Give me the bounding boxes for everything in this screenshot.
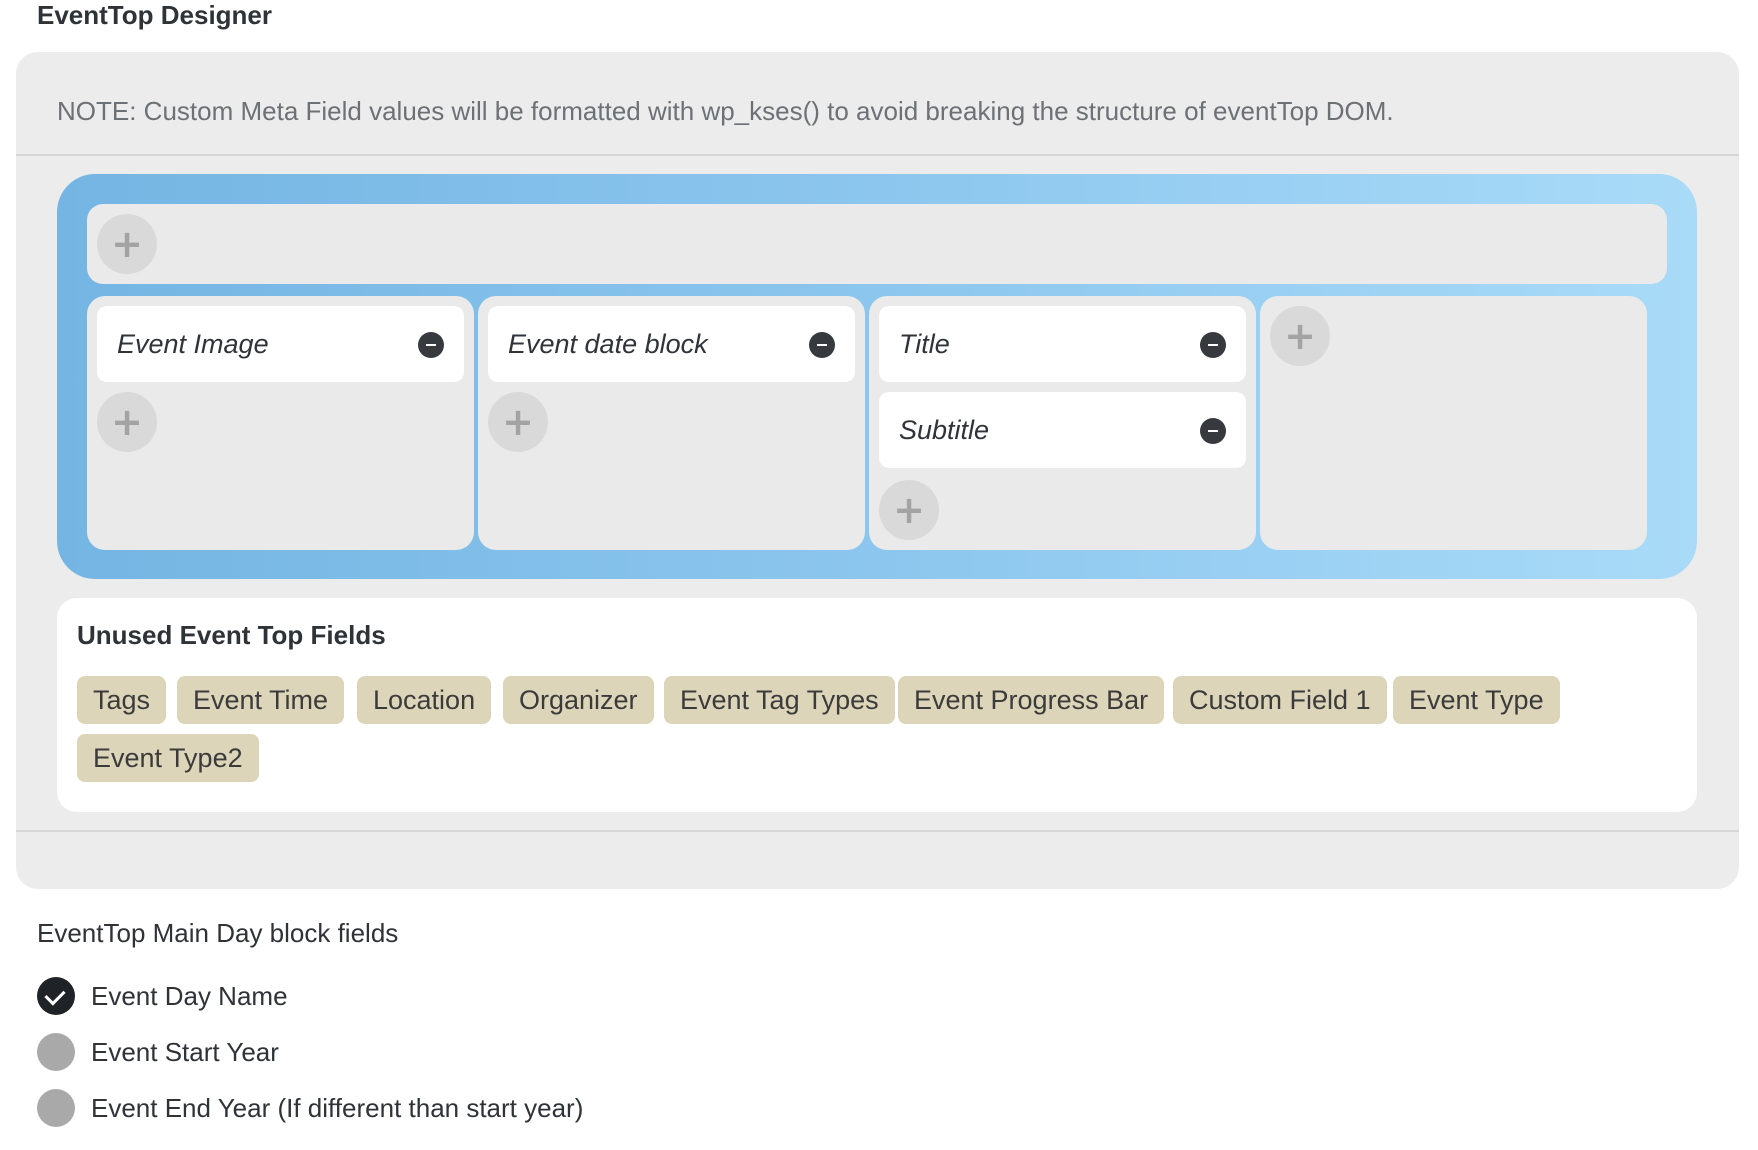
remove-icon[interactable]	[809, 332, 835, 358]
unused-tag[interactable]: Custom Field 1	[1173, 676, 1387, 724]
remove-icon[interactable]	[1200, 418, 1226, 444]
add-field-button[interactable]: +	[97, 214, 157, 274]
field-label: Event Image	[117, 329, 269, 359]
divider	[16, 830, 1739, 832]
eventtop-layout-box: + Event Image + Event date block + Title…	[57, 174, 1697, 579]
checked-toggle-icon[interactable]	[37, 977, 75, 1015]
field-label: Subtitle	[899, 415, 990, 445]
layout-column-3: Title Subtitle +	[869, 296, 1256, 550]
main-day-title: EventTop Main Day block fields	[37, 918, 399, 948]
layout-column-2: Event date block +	[478, 296, 865, 550]
unused-tag[interactable]: Event Type2	[77, 734, 259, 782]
unused-tag[interactable]: Location	[357, 676, 492, 724]
unused-fields-box: Unused Event Top Fields Tags Event Time …	[57, 598, 1697, 812]
top-row-slot: +	[87, 204, 1667, 284]
layout-column-4: +	[1260, 296, 1647, 550]
remove-icon[interactable]	[1200, 332, 1226, 358]
field-card-event-image[interactable]: Event Image	[97, 306, 464, 382]
unused-tag[interactable]: Event Type	[1393, 676, 1560, 724]
unchecked-toggle-icon[interactable]	[37, 1089, 75, 1127]
option-label: Event Start Year	[91, 1037, 279, 1067]
add-field-button[interactable]: +	[97, 392, 157, 452]
add-field-button[interactable]: +	[879, 480, 939, 540]
unused-tag[interactable]: Organizer	[503, 676, 654, 724]
designer-panel: NOTE: Custom Meta Field values will be f…	[16, 52, 1739, 889]
unused-tag[interactable]: Event Tag Types	[664, 676, 895, 724]
divider	[16, 154, 1739, 156]
unused-tag[interactable]: Event Progress Bar	[898, 676, 1165, 724]
unused-tag[interactable]: Tags	[77, 676, 167, 724]
field-card-subtitle[interactable]: Subtitle	[879, 392, 1246, 468]
field-card-event-date-block[interactable]: Event date block	[488, 306, 855, 382]
note-text: NOTE: Custom Meta Field values will be f…	[57, 96, 1394, 126]
option-label: Event Day Name	[91, 981, 288, 1011]
option-label: Event End Year (If different than start …	[91, 1093, 584, 1123]
field-label: Event date block	[508, 329, 708, 359]
page-title: EventTop Designer	[37, 0, 273, 30]
add-field-button[interactable]: +	[1270, 306, 1330, 366]
plus-icon: +	[893, 488, 925, 532]
unused-fields-title: Unused Event Top Fields	[77, 620, 386, 650]
field-card-title[interactable]: Title	[879, 306, 1246, 382]
field-label: Title	[899, 329, 950, 359]
remove-icon[interactable]	[418, 332, 444, 358]
unchecked-toggle-icon[interactable]	[37, 1033, 75, 1071]
unused-tag[interactable]: Event Time	[177, 676, 345, 724]
plus-icon: +	[111, 222, 143, 266]
add-field-button[interactable]: +	[488, 392, 548, 452]
plus-icon: +	[502, 400, 534, 444]
plus-icon: +	[1284, 314, 1316, 358]
layout-column-1: Event Image +	[87, 296, 474, 550]
plus-icon: +	[111, 400, 143, 444]
